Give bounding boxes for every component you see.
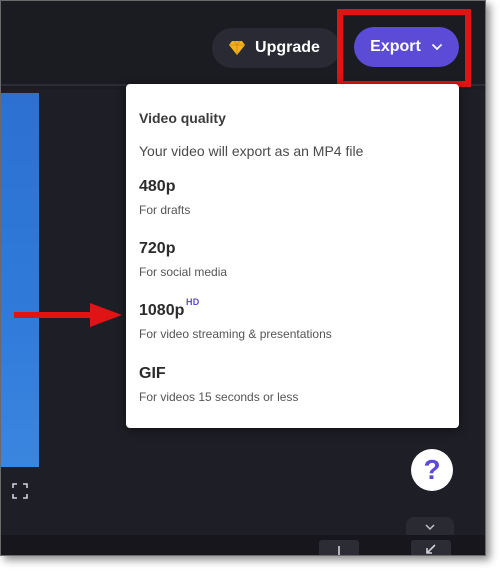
quality-option-1080p[interactable]: 1080p HD For video streaming & presentat…	[126, 297, 459, 354]
menu-title: Video quality	[139, 110, 226, 126]
chevron-down-icon	[425, 524, 435, 531]
export-quality-menu: Video quality Your video will export as …	[126, 84, 459, 428]
help-button[interactable]: ?	[411, 449, 453, 491]
export-label: Export	[370, 38, 421, 55]
annotation-arrow-icon	[14, 303, 122, 327]
timeline-split-button[interactable]	[319, 540, 359, 555]
timeline-collapse-tab[interactable]	[406, 517, 454, 537]
quality-option-gif[interactable]: GIF For videos 15 seconds or less	[126, 365, 459, 417]
menu-subtitle: Your video will export as an MP4 file	[139, 143, 364, 159]
option-description: For video streaming & presentations	[139, 327, 332, 341]
option-label: 720p	[139, 240, 176, 257]
option-description: For social media	[139, 265, 228, 279]
option-label: GIF	[139, 365, 166, 382]
help-label: ?	[423, 454, 441, 485]
fullscreen-icon[interactable]	[12, 483, 28, 499]
diamond-icon	[229, 40, 246, 55]
video-preview[interactable]	[1, 93, 39, 467]
app-screenshot: Upgrade Export Video quality Your video …	[0, 0, 486, 556]
timeline-shrink-button[interactable]	[411, 540, 451, 555]
hd-badge: HD	[186, 297, 200, 307]
upgrade-label: Upgrade	[255, 39, 320, 56]
export-button[interactable]: Export	[354, 27, 459, 67]
quality-option-480p[interactable]: 480p For drafts	[126, 178, 459, 230]
upgrade-button[interactable]: Upgrade	[212, 28, 340, 68]
option-description: For videos 15 seconds or less	[139, 390, 299, 404]
split-icon	[338, 546, 340, 555]
quality-option-720p[interactable]: 720p For social media	[126, 240, 459, 292]
option-label: 480p	[139, 178, 176, 195]
chevron-down-icon	[431, 43, 442, 51]
option-description: For drafts	[139, 203, 191, 217]
option-label: 1080p	[139, 302, 185, 319]
arrow-down-left-icon	[426, 544, 436, 554]
